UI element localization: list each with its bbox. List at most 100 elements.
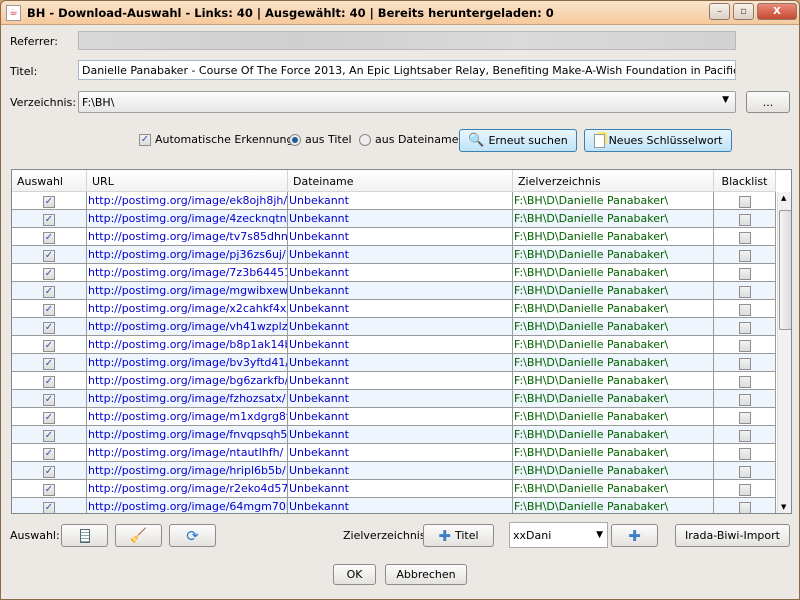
blacklist-checkbox[interactable]	[738, 376, 751, 388]
row-select-checkbox[interactable]: ✓	[43, 502, 55, 513]
minimize-button[interactable]: –	[709, 3, 730, 20]
table-row[interactable]: ✓ http://postimg.org/image/tv7s85dhn/ Un…	[12, 228, 776, 246]
filename-cell[interactable]: Unbekannt	[288, 210, 513, 228]
url-cell[interactable]: http://postimg.org/image/vh41wzplz/	[87, 318, 288, 336]
blacklist-checkbox[interactable]	[738, 232, 751, 244]
filename-cell[interactable]: Unbekannt	[288, 390, 513, 408]
irada-biwi-import-button[interactable]: Irada-Biwi-Import	[675, 524, 790, 547]
column-header-selection[interactable]: Auswahl	[12, 170, 87, 192]
table-row[interactable]: ✓ http://postimg.org/image/fzhozsatx/ Un…	[12, 390, 776, 408]
browse-button[interactable]: ...	[746, 91, 790, 113]
url-cell[interactable]: http://postimg.org/image/x2cahkf4x/	[87, 300, 288, 318]
url-cell[interactable]: http://postimg.org/image/4zecknqtn/	[87, 210, 288, 228]
table-row[interactable]: ✓ http://postimg.org/image/bv3yftd41/ Un…	[12, 354, 776, 372]
url-cell[interactable]: http://postimg.org/image/ek8ojh8jh/	[87, 192, 288, 210]
filename-cell[interactable]: Unbekannt	[288, 444, 513, 462]
table-row[interactable]: ✓ http://postimg.org/image/m1xdgrg8f/ Un…	[12, 408, 776, 426]
row-select-checkbox[interactable]: ✓	[43, 286, 55, 298]
column-header-filename[interactable]: Dateiname	[288, 170, 513, 192]
row-select-checkbox[interactable]: ✓	[43, 322, 55, 334]
column-header-target-dir[interactable]: Zielverzeichnis	[513, 170, 714, 192]
close-button[interactable]: X	[757, 3, 797, 20]
filename-cell[interactable]: Unbekannt	[288, 336, 513, 354]
title-field[interactable]: Danielle Panabaker - Course Of The Force…	[78, 60, 736, 80]
blacklist-checkbox[interactable]	[738, 268, 751, 280]
target-dir-cell[interactable]: F:\BH\D\Danielle Panabaker\	[513, 354, 714, 372]
blacklist-checkbox[interactable]	[738, 340, 751, 352]
filename-cell[interactable]: Unbekannt	[288, 498, 513, 513]
table-row[interactable]: ✓ http://postimg.org/image/x2cahkf4x/ Un…	[12, 300, 776, 318]
url-cell[interactable]: http://postimg.org/image/7z3b64451/	[87, 264, 288, 282]
url-cell[interactable]: http://postimg.org/image/ntautlhfh/	[87, 444, 288, 462]
target-dir-cell[interactable]: F:\BH\D\Danielle Panabaker\	[513, 444, 714, 462]
blacklist-checkbox[interactable]	[738, 304, 751, 316]
row-select-checkbox[interactable]: ✓	[43, 304, 55, 316]
row-select-checkbox[interactable]: ✓	[43, 196, 55, 208]
target-dir-cell[interactable]: F:\BH\D\Danielle Panabaker\	[513, 462, 714, 480]
url-cell[interactable]: http://postimg.org/image/fzhozsatx/	[87, 390, 288, 408]
table-row[interactable]: ✓ http://postimg.org/image/ntautlhfh/ Un…	[12, 444, 776, 462]
row-select-checkbox[interactable]: ✓	[43, 412, 55, 424]
radio-from-filename[interactable]: aus Dateiname	[359, 133, 458, 146]
url-cell[interactable]: http://postimg.org/image/mgwibxew3/	[87, 282, 288, 300]
table-row[interactable]: ✓ http://postimg.org/image/hripl6b5b/ Un…	[12, 462, 776, 480]
filename-cell[interactable]: Unbekannt	[288, 408, 513, 426]
row-select-checkbox[interactable]: ✓	[43, 466, 55, 478]
table-row[interactable]: ✓ http://postimg.org/image/r2eko4d57/ Un…	[12, 480, 776, 498]
filename-cell[interactable]: Unbekannt	[288, 228, 513, 246]
blacklist-checkbox[interactable]	[738, 394, 751, 406]
target-dir-cell[interactable]: F:\BH\D\Danielle Panabaker\	[513, 246, 714, 264]
row-select-checkbox[interactable]: ✓	[43, 430, 55, 442]
filename-cell[interactable]: Unbekannt	[288, 282, 513, 300]
row-select-checkbox[interactable]: ✓	[43, 484, 55, 496]
target-dir-cell[interactable]: F:\BH\D\Danielle Panabaker\	[513, 228, 714, 246]
target-dir-combo[interactable]: xxDani ▼	[509, 522, 608, 548]
blacklist-checkbox[interactable]	[738, 430, 751, 442]
filename-cell[interactable]: Unbekannt	[288, 300, 513, 318]
vertical-scrollbar[interactable]: ▲ ▼	[777, 192, 791, 513]
directory-combo[interactable]: F:\BH\ ▼	[78, 91, 736, 113]
target-dir-cell[interactable]: F:\BH\D\Danielle Panabaker\	[513, 192, 714, 210]
url-cell[interactable]: http://postimg.org/image/hripl6b5b/	[87, 462, 288, 480]
maximize-button[interactable]: ▫	[733, 3, 754, 20]
scroll-down-icon[interactable]: ▼	[781, 503, 786, 511]
target-dir-cell[interactable]: F:\BH\D\Danielle Panabaker\	[513, 372, 714, 390]
target-dir-cell[interactable]: F:\BH\D\Danielle Panabaker\	[513, 408, 714, 426]
search-again-button[interactable]: 🔍 Erneut suchen	[459, 129, 577, 152]
row-select-checkbox[interactable]: ✓	[43, 268, 55, 280]
target-dir-cell[interactable]: F:\BH\D\Danielle Panabaker\	[513, 498, 714, 513]
table-row[interactable]: ✓ http://postimg.org/image/ek8ojh8jh/ Un…	[12, 192, 776, 210]
target-dir-cell[interactable]: F:\BH\D\Danielle Panabaker\	[513, 426, 714, 444]
row-select-checkbox[interactable]: ✓	[43, 232, 55, 244]
radio-from-title[interactable]: aus Titel	[289, 133, 352, 146]
table-row[interactable]: ✓ http://postimg.org/image/7z3b64451/ Un…	[12, 264, 776, 282]
invert-selection-button[interactable]	[61, 524, 108, 547]
refresh-button[interactable]: ⟳	[169, 524, 216, 547]
blacklist-checkbox[interactable]	[738, 466, 751, 478]
table-row[interactable]: ✓ http://postimg.org/image/4zecknqtn/ Un…	[12, 210, 776, 228]
row-select-checkbox[interactable]: ✓	[43, 250, 55, 262]
url-cell[interactable]: http://postimg.org/image/64mgm70ki/	[87, 498, 288, 513]
blacklist-checkbox[interactable]	[738, 286, 751, 298]
blacklist-checkbox[interactable]	[738, 196, 751, 208]
ok-button[interactable]: OK	[333, 564, 376, 585]
row-select-checkbox[interactable]: ✓	[43, 214, 55, 226]
row-select-checkbox[interactable]: ✓	[43, 358, 55, 370]
table-row[interactable]: ✓ http://postimg.org/image/64mgm70ki/ Un…	[12, 498, 776, 513]
url-cell[interactable]: http://postimg.org/image/bv3yftd41/	[87, 354, 288, 372]
table-row[interactable]: ✓ http://postimg.org/image/bg6zarkfb/ Un…	[12, 372, 776, 390]
url-cell[interactable]: http://postimg.org/image/bg6zarkfb/	[87, 372, 288, 390]
add-target-dir-button[interactable]: ✚	[611, 524, 658, 547]
table-row[interactable]: ✓ http://postimg.org/image/pj36zs6uj/ Un…	[12, 246, 776, 264]
filename-cell[interactable]: Unbekannt	[288, 192, 513, 210]
auto-detect-checkbox[interactable]: ✓ Automatische Erkennung	[139, 133, 293, 146]
cancel-button[interactable]: Abbrechen	[385, 564, 467, 585]
table-row[interactable]: ✓ http://postimg.org/image/fnvqpsqh5/ Un…	[12, 426, 776, 444]
row-select-checkbox[interactable]: ✓	[43, 340, 55, 352]
filename-cell[interactable]: Unbekannt	[288, 426, 513, 444]
column-header-blacklist[interactable]: Blacklist	[714, 170, 776, 192]
url-cell[interactable]: http://postimg.org/image/tv7s85dhn/	[87, 228, 288, 246]
blacklist-checkbox[interactable]	[738, 250, 751, 262]
blacklist-checkbox[interactable]	[738, 484, 751, 496]
blacklist-checkbox[interactable]	[738, 358, 751, 370]
